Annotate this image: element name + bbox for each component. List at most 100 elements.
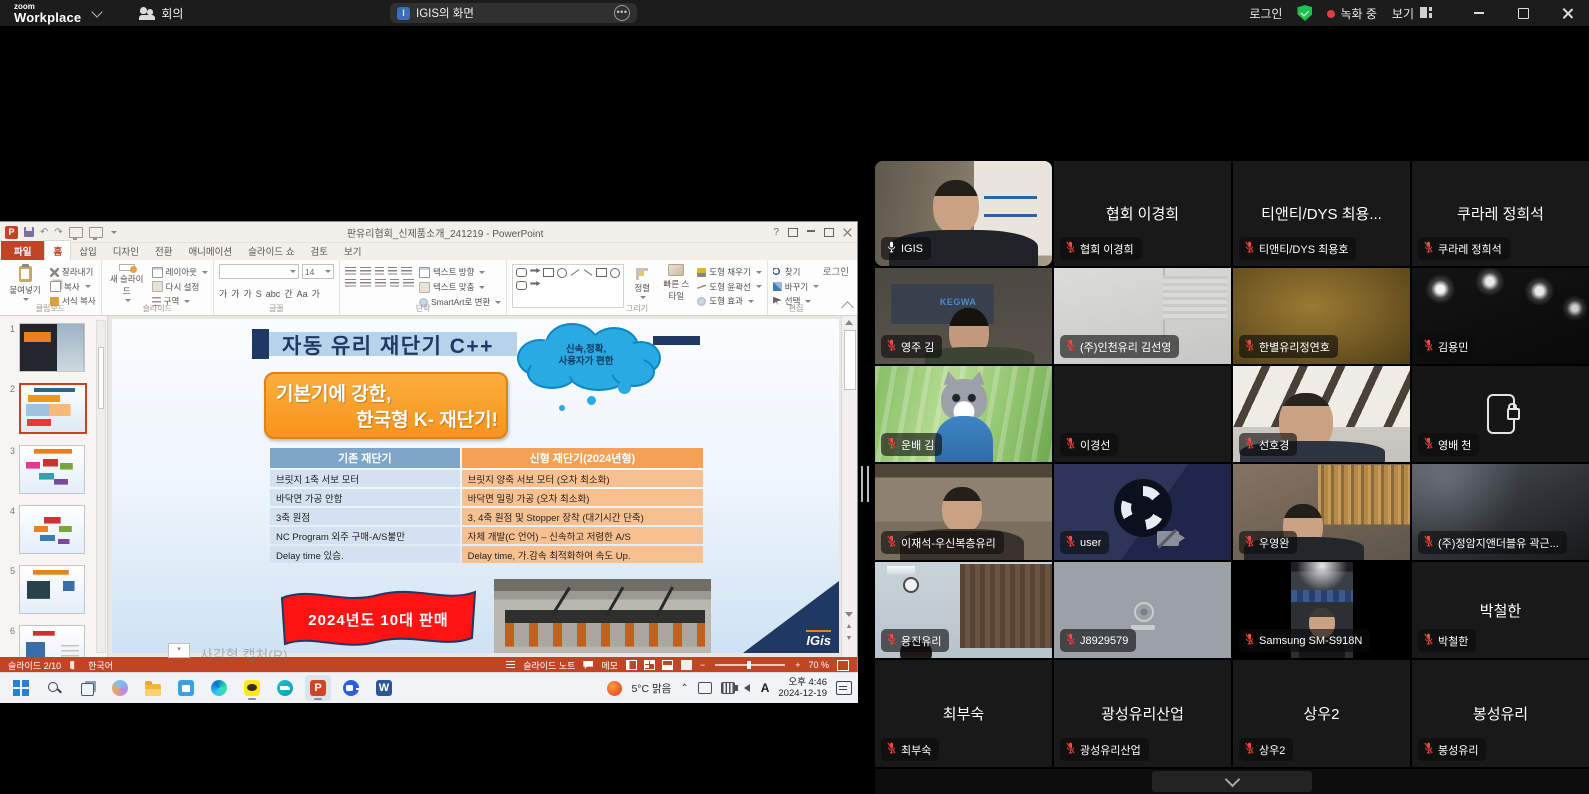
view-button[interactable]: 보기	[1392, 5, 1432, 22]
font-style-button[interactable]: 가	[244, 287, 252, 300]
thumbnail-preview[interactable]	[19, 383, 87, 434]
slide-scrollbar[interactable]: ▲ ▼	[841, 316, 857, 657]
participant-tile[interactable]: 티앤티/DYS 최용... 티앤티/DYS 최용호	[1233, 161, 1410, 266]
participant-tile[interactable]: 이경선	[1054, 366, 1231, 462]
ppt-restore-button[interactable]	[824, 228, 834, 237]
memo-button[interactable]: 메모	[601, 659, 618, 672]
scroll-up-icon[interactable]	[845, 320, 853, 325]
quick-styles-button[interactable]: 빠른 스타일	[660, 264, 692, 302]
taskbar-edge-button[interactable]	[206, 675, 232, 701]
ppt-tab-검토[interactable]: 검토	[302, 241, 335, 260]
taskbar-task-view-button[interactable]	[74, 675, 100, 701]
slide-thumbnail-4[interactable]: 4	[5, 505, 107, 554]
clock[interactable]: 오후 4:46 2024-12-19	[778, 677, 827, 699]
slideshow-from-start-icon[interactable]	[69, 227, 83, 238]
participant-tile[interactable]: KEGWA 영주 김	[875, 268, 1052, 364]
notification-center-icon[interactable]	[836, 681, 852, 695]
keyboard-icon[interactable]	[721, 682, 735, 694]
participant-tile[interactable]: 봉성유리 봉성유리	[1412, 660, 1589, 767]
reading-view-icon[interactable]	[662, 660, 673, 670]
participant-tile[interactable]: IGIS	[875, 161, 1052, 266]
ppt-tab-디자인[interactable]: 디자인	[105, 241, 147, 260]
speaker-icon[interactable]	[744, 684, 750, 692]
powerpoint-icon[interactable]: P	[5, 226, 18, 239]
arrange-button[interactable]: 정렬	[629, 264, 655, 302]
replace-button[interactable]: 바꾸기	[773, 281, 819, 293]
ppt-tab-애니메이션[interactable]: 애니메이션	[180, 241, 240, 260]
spellcheck-icon[interactable]	[70, 661, 79, 670]
security-shield-icon[interactable]	[1297, 5, 1312, 21]
font-style-button[interactable]: S	[256, 289, 262, 299]
next-slide-button[interactable]: ▼	[845, 635, 853, 643]
ppt-close-button[interactable]	[843, 228, 852, 237]
font-style-button[interactable]: 간	[284, 287, 292, 300]
participant-tile[interactable]: 운배 김	[875, 366, 1052, 462]
zoom-level[interactable]: 70 %	[808, 660, 829, 670]
participant-tile[interactable]: 쿠라레 정희석 쿠라레 정희석	[1412, 161, 1589, 266]
font-style-button[interactable]: abc	[266, 289, 281, 299]
font-buttons[interactable]: 가가가Sabc간Aa가	[219, 287, 334, 300]
taskbar-file-explorer-button[interactable]	[140, 675, 166, 701]
taskbar-whale-button[interactable]	[272, 675, 298, 701]
more-participants-button[interactable]	[1152, 771, 1312, 792]
ime-language-indicator[interactable]: A	[761, 681, 770, 695]
ppt-tab-슬라이드 쇼[interactable]: 슬라이드 쇼	[240, 241, 302, 260]
undo-icon[interactable]: ↶	[40, 227, 48, 238]
ppt-tab-전환[interactable]: 전환	[147, 241, 180, 260]
participant-tile[interactable]: 용진유리	[875, 562, 1052, 658]
reset-button[interactable]: 다시 설정	[152, 281, 208, 293]
ime-doc-icon[interactable]	[698, 682, 712, 694]
meeting-tab[interactable]: 회의	[139, 5, 183, 22]
reading-view-icon[interactable]	[89, 227, 103, 238]
scroll-thumb[interactable]	[844, 330, 856, 390]
fit-slide-icon[interactable]	[837, 660, 849, 671]
participant-tile[interactable]: 영배 천	[1412, 366, 1589, 462]
scroll-down-icon[interactable]	[845, 612, 853, 617]
taskbar-kakaotalk-button[interactable]	[239, 675, 265, 701]
zoom-slider[interactable]	[715, 664, 785, 666]
weather-icon[interactable]	[607, 681, 622, 696]
align-text-button[interactable]: 텍스트 맞춤	[419, 281, 501, 293]
font-style-button[interactable]: Aa	[297, 289, 308, 299]
slide-sorter-icon[interactable]	[645, 661, 654, 669]
ppt-login-link[interactable]: 로그인	[823, 264, 849, 278]
participant-tile[interactable]: 김용민	[1412, 268, 1589, 364]
participant-tile[interactable]: 한별유리정연호	[1233, 268, 1410, 364]
new-slide-button[interactable]: 새 슬라이드	[107, 264, 147, 302]
participant-tile[interactable]: 광성유리산업 광성유리산업	[1054, 660, 1231, 767]
thumbnail-preview[interactable]	[19, 505, 85, 554]
thumbnail-preview[interactable]	[19, 323, 85, 372]
participant-tile[interactable]: 우영완	[1233, 464, 1410, 560]
font-style-button[interactable]: 가	[312, 287, 320, 300]
chevron-down-icon[interactable]	[92, 6, 103, 17]
ribbon-display-icon[interactable]	[788, 228, 798, 237]
notes-button[interactable]: 슬라이드 노트	[523, 659, 575, 672]
participant-tile[interactable]: 최부숙 최부숙	[875, 660, 1052, 767]
slide-thumbnail-6[interactable]: 6	[5, 625, 107, 657]
weather-text[interactable]: 5°C 맑음	[631, 681, 671, 696]
participant-tile[interactable]: J8929579	[1054, 562, 1231, 658]
zoom-in-button[interactable]: +	[795, 660, 800, 670]
slide-thumbnail-2[interactable]: 2	[5, 383, 107, 434]
paragraph-buttons[interactable]	[345, 264, 414, 302]
collapse-ribbon-icon[interactable]	[841, 301, 854, 314]
taskbar-store-button[interactable]	[173, 675, 199, 701]
slide-thumbnail-1[interactable]: 1	[5, 323, 107, 372]
save-icon[interactable]	[24, 227, 34, 237]
hidden-icons-chevron[interactable]: ⌃	[680, 683, 688, 694]
find-button[interactable]: 찾기	[773, 266, 819, 278]
participant-tile[interactable]: 협회 이경희 협회 이경희	[1054, 161, 1231, 266]
close-button[interactable]	[1545, 0, 1589, 26]
font-size-combo[interactable]: 14	[302, 264, 334, 279]
ppt-minimize-button[interactable]	[807, 230, 815, 231]
screen-share-tab[interactable]: I IGIS의 화면 •••	[390, 3, 637, 23]
previous-slide-button[interactable]: ▲	[845, 623, 853, 631]
taskbar-word-button[interactable]: W	[371, 675, 397, 701]
participant-tile[interactable]: 이재석-우신복층유리	[875, 464, 1052, 560]
layout-button[interactable]: 레이아웃	[152, 266, 208, 278]
slide-thumbnail-3[interactable]: 3	[5, 445, 107, 494]
shape-fill-button[interactable]: 도형 채우기	[697, 266, 761, 278]
cut-button[interactable]: 잘라내기	[50, 266, 96, 278]
minimize-button[interactable]	[1457, 0, 1501, 26]
participant-tile[interactable]: 상우2 상우2	[1233, 660, 1410, 767]
